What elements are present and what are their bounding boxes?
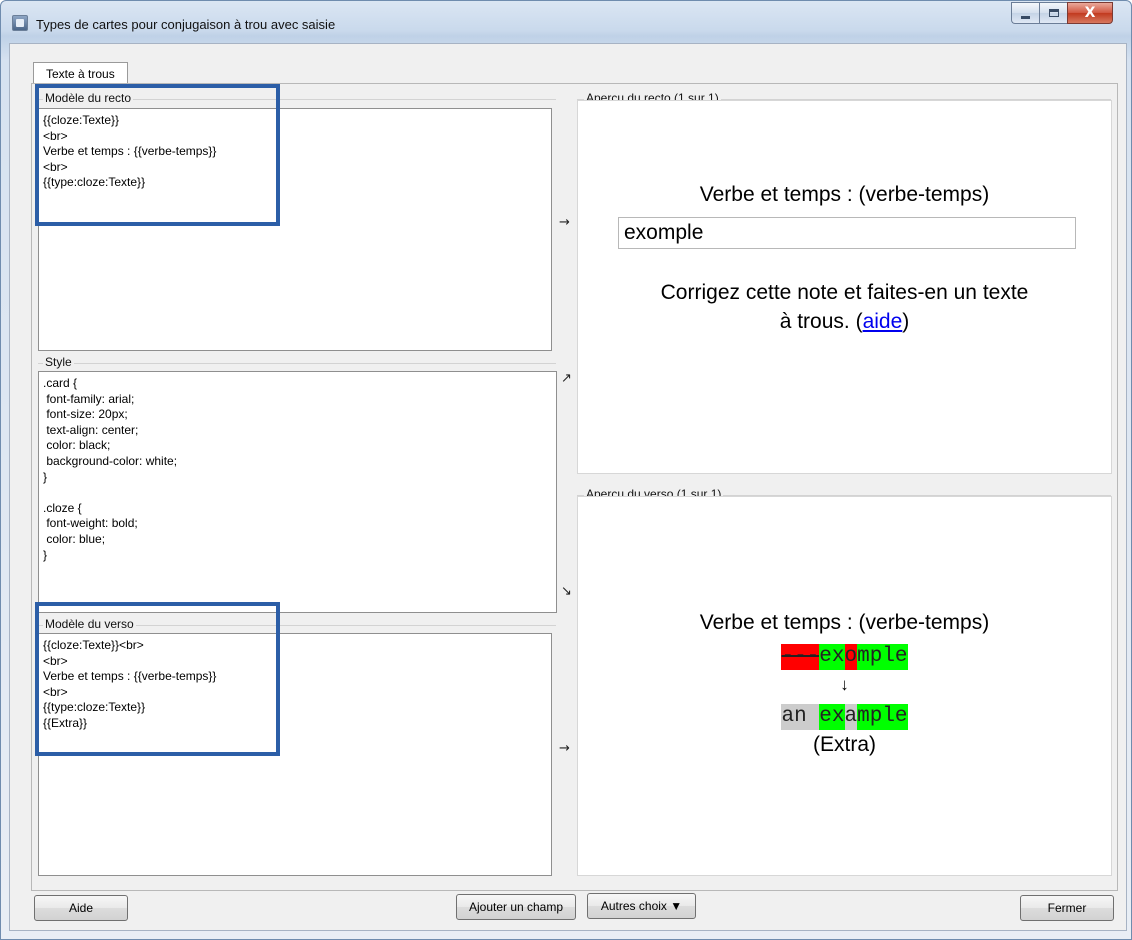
- dialog-window: Types de cartes pour conjugaison à trou …: [0, 0, 1132, 940]
- maximize-button[interactable]: [1039, 2, 1067, 24]
- style-line: color: black;: [43, 438, 111, 453]
- window-controls: X: [1011, 2, 1113, 26]
- close-window-button[interactable]: X: [1067, 2, 1113, 24]
- title-bar[interactable]: Types de cartes pour conjugaison à trou …: [1, 1, 1131, 35]
- diff-down-arrow-icon: ↓: [840, 675, 849, 694]
- back-preview-extra: (Extra): [813, 733, 876, 756]
- message-line-2-prefix: à trous. (: [779, 310, 863, 333]
- close-button[interactable]: Fermer: [1020, 895, 1114, 921]
- back-preview: Verbe et temps : (verbe-temps) ---exompl…: [577, 496, 1112, 876]
- front-arrow-icon: →: [559, 215, 570, 230]
- message-line-2-suffix: ): [902, 310, 910, 333]
- front-template-highlight: [35, 84, 280, 226]
- style-line: font-size: 20px;: [43, 407, 128, 422]
- minimize-button[interactable]: [1011, 2, 1039, 24]
- style-line: text-align: center;: [43, 422, 139, 437]
- dialog-body: Texte à trous Modèle du recto {{cloze:Te…: [9, 43, 1127, 931]
- back-arrow-icon: →: [559, 741, 570, 756]
- style-line: [43, 485, 552, 501]
- typed-answer-diff: ---exomple: [578, 644, 1111, 670]
- aide-link[interactable]: aide: [863, 310, 903, 333]
- style-line: font-family: arial;: [43, 391, 135, 406]
- style-line: background-color: white;: [43, 453, 178, 468]
- diff-segment-good: mple: [857, 644, 908, 670]
- message-line-1: Corrigez cette note et faites-en un text…: [660, 281, 1029, 304]
- front-preview-verb-line: Verbe et temps : (verbe-temps): [699, 183, 990, 206]
- back-preview-verb-line: Verbe et temps : (verbe-temps): [699, 611, 990, 634]
- diff-segment-good: mple: [857, 704, 908, 730]
- style-line: font-weight: bold;: [43, 516, 138, 531]
- style-down-arrow-icon: ↘: [561, 584, 572, 599]
- style-line: .card {: [43, 376, 78, 390]
- style-line: .cloze {: [43, 500, 82, 515]
- style-line: }: [43, 469, 48, 484]
- style-line: color: blue;: [43, 531, 106, 546]
- diff-segment-bad: ---: [781, 644, 820, 670]
- front-preview: Verbe et temps : (verbe-temps) exomple C…: [577, 100, 1112, 474]
- app-icon: [12, 15, 28, 31]
- minimize-icon: [1021, 15, 1030, 19]
- more-options-button[interactable]: Autres choix ▼: [587, 893, 696, 919]
- maximize-icon: [1048, 9, 1059, 17]
- add-field-button[interactable]: Ajouter un champ: [456, 894, 576, 920]
- style-editor[interactable]: .card { font-family: arial; font-size: 2…: [38, 371, 557, 613]
- diff-segment-missed: a: [844, 704, 858, 730]
- diff-segment-bad: o: [844, 644, 858, 670]
- typed-answer-input[interactable]: exomple: [618, 217, 1076, 249]
- style-label: Style: [43, 355, 74, 369]
- style-line: }: [43, 547, 48, 562]
- tab-texte-a-trous[interactable]: Texte à trous: [33, 62, 128, 84]
- diff-segment-good: ex: [819, 644, 845, 670]
- diff-segment-good: ex: [819, 704, 845, 730]
- close-icon: X: [1084, 5, 1096, 21]
- front-preview-message: Corrigez cette note et faites-en un text…: [578, 278, 1111, 336]
- expected-answer-diff: an example: [578, 704, 1111, 730]
- style-frame: [38, 363, 556, 364]
- style-up-arrow-icon: ↗: [561, 371, 572, 386]
- back-template-highlight: [35, 602, 280, 756]
- help-button[interactable]: Aide: [34, 895, 128, 921]
- diff-segment-missed: an: [781, 704, 820, 730]
- window-title: Types de cartes pour conjugaison à trou …: [36, 17, 336, 32]
